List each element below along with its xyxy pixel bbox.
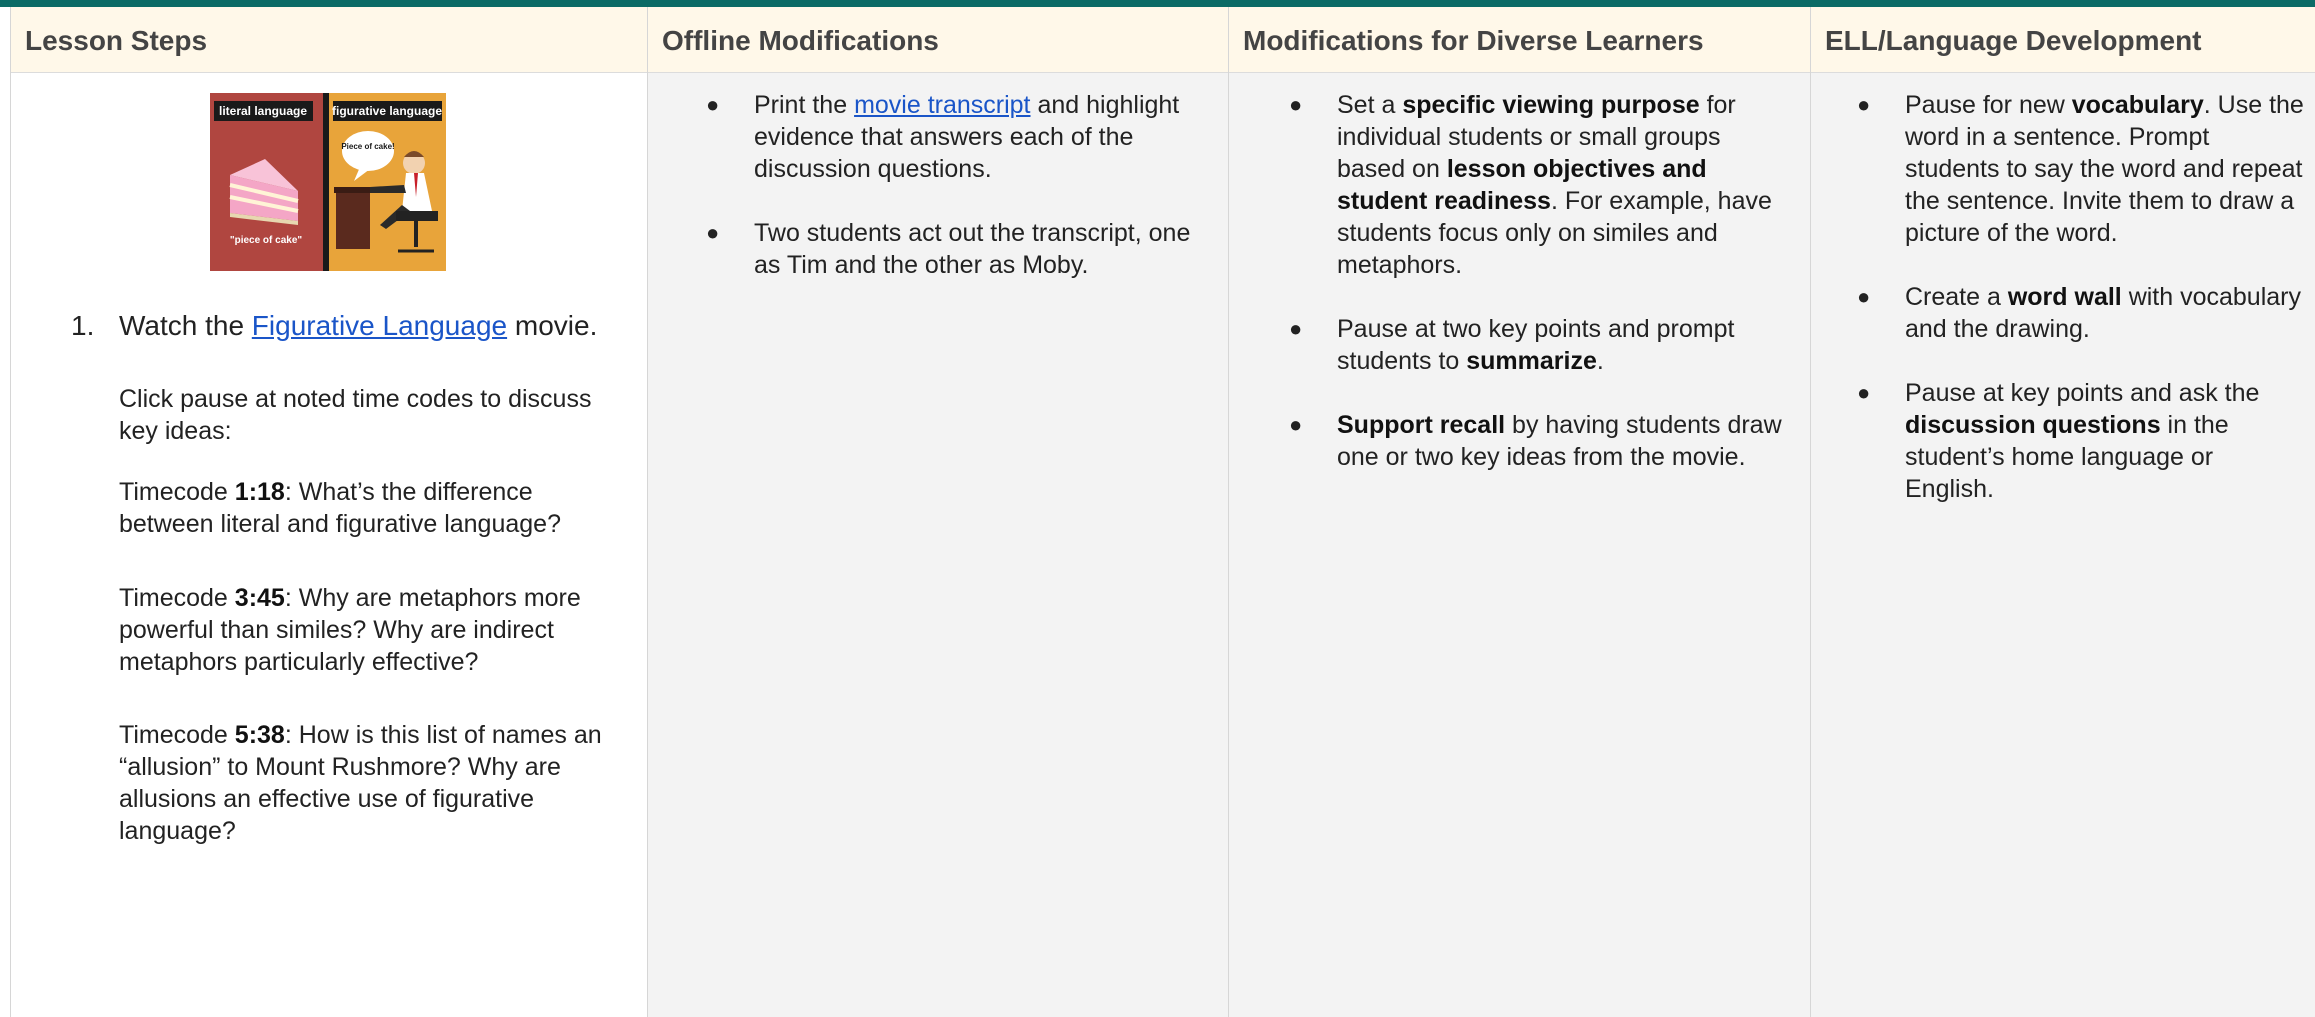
bullet: ●: [706, 92, 720, 117]
offline-modifications-cell: ● Print the movie transcript and highligh…: [648, 73, 1229, 1017]
item-bold: word wall: [2007, 283, 2122, 311]
bullet: ●: [1289, 316, 1303, 341]
ell-language-cell: ● Pause for new vocabulary. Use the word …: [1811, 73, 2315, 1017]
figurative-language-illustration: literal language figurative language "pi…: [210, 93, 446, 271]
header-diverse-learners: Modifications for Diverse Learners: [1229, 7, 1811, 73]
bullet: ●: [1289, 92, 1303, 117]
timecode-value: 3:45: [234, 584, 285, 612]
list-item: ● Two students act out the transcript, on…: [706, 217, 1206, 281]
timecode-prefix: Timecode: [119, 584, 235, 612]
bullet: ●: [1857, 92, 1871, 117]
header-offline-modifications: Offline Modifications: [648, 7, 1229, 73]
ell-list: ● Pause for new vocabulary. Use the word …: [1857, 89, 2307, 537]
diverse-learners-cell: ● Set a specific viewing purpose for indi…: [1229, 73, 1811, 1017]
speech-bubble-text: Piece of cake!: [341, 142, 394, 151]
step-prefix: Watch the: [119, 310, 252, 341]
step-text: Watch the Figurative Language movie.: [119, 309, 597, 343]
item-bold: summarize: [1466, 347, 1597, 375]
cake-caption: "piece of cake": [230, 235, 303, 246]
item-text: Print the: [754, 91, 855, 119]
top-accent-bar: [0, 0, 2315, 7]
item-bold: discussion questions: [1905, 411, 2161, 439]
list-item: ● Pause at key points and ask the discuss…: [1857, 377, 2307, 505]
timecode-value: 1:18: [234, 478, 285, 506]
literal-language-label: literal language: [219, 104, 307, 118]
item-text: Set a: [1337, 91, 1403, 119]
list-item: ● Support recall by having students draw …: [1289, 409, 1785, 473]
item-text: .: [1596, 347, 1604, 375]
timecode-prefix: Timecode: [119, 478, 235, 506]
list-item: ● Pause for new vocabulary. Use the word …: [1857, 89, 2307, 249]
diverse-list: ● Set a specific viewing purpose for indi…: [1289, 89, 1785, 505]
item-bold: vocabulary: [2071, 91, 2204, 119]
list-item: ● Create a word wall with vocabulary and …: [1857, 281, 2307, 345]
step-intro: Click pause at noted time codes to discu…: [119, 385, 592, 445]
bullet: ●: [1857, 284, 1871, 309]
figurative-language-movie-link[interactable]: Figurative Language: [252, 310, 507, 341]
step-number: 1.: [71, 310, 95, 341]
list-item: ● Print the movie transcript and highligh…: [706, 89, 1206, 185]
timecode-1: Timecode 1:18: What’s the difference bet…: [119, 476, 629, 540]
list-item: ● Pause at two key points and prompt stud…: [1289, 313, 1785, 377]
header-lesson-steps: Lesson Steps: [11, 7, 648, 73]
item-text: Pause for new: [1905, 91, 2072, 119]
header-ell-language: ELL/Language Development: [1825, 25, 2202, 56]
lesson-steps-cell: literal language figurative language "pi…: [11, 73, 648, 1017]
bullet: ●: [1289, 412, 1303, 437]
timecode-value: 5:38: [234, 721, 285, 749]
bullet: ●: [1857, 380, 1871, 405]
item-text: Create a: [1905, 283, 2008, 311]
table-header-row: Lesson Steps Offline Modifications Modif…: [11, 7, 2315, 73]
bullet: ●: [706, 220, 720, 245]
offline-list: ● Print the movie transcript and highligh…: [706, 89, 1206, 313]
item-text: Two students act out the transcript, one…: [754, 219, 1191, 279]
timecode-3: Timecode 5:38: How is this list of names…: [119, 719, 629, 847]
timecode-prefix: Timecode: [119, 721, 235, 749]
lesson-table: Lesson Steps Offline Modifications Modif…: [10, 7, 2315, 1017]
item-bold: Support recall: [1337, 411, 1506, 439]
list-item: ● Set a specific viewing purpose for indi…: [1289, 89, 1785, 281]
item-bold: specific viewing purpose: [1402, 91, 1700, 119]
step-suffix: movie.: [507, 310, 598, 341]
movie-transcript-link[interactable]: movie transcript: [854, 91, 1030, 119]
figurative-language-label: figurative language: [332, 104, 442, 118]
item-text: Pause at key points and ask the: [1905, 379, 2260, 407]
timecode-2: Timecode 3:45: Why are metaphors more po…: [119, 582, 629, 678]
